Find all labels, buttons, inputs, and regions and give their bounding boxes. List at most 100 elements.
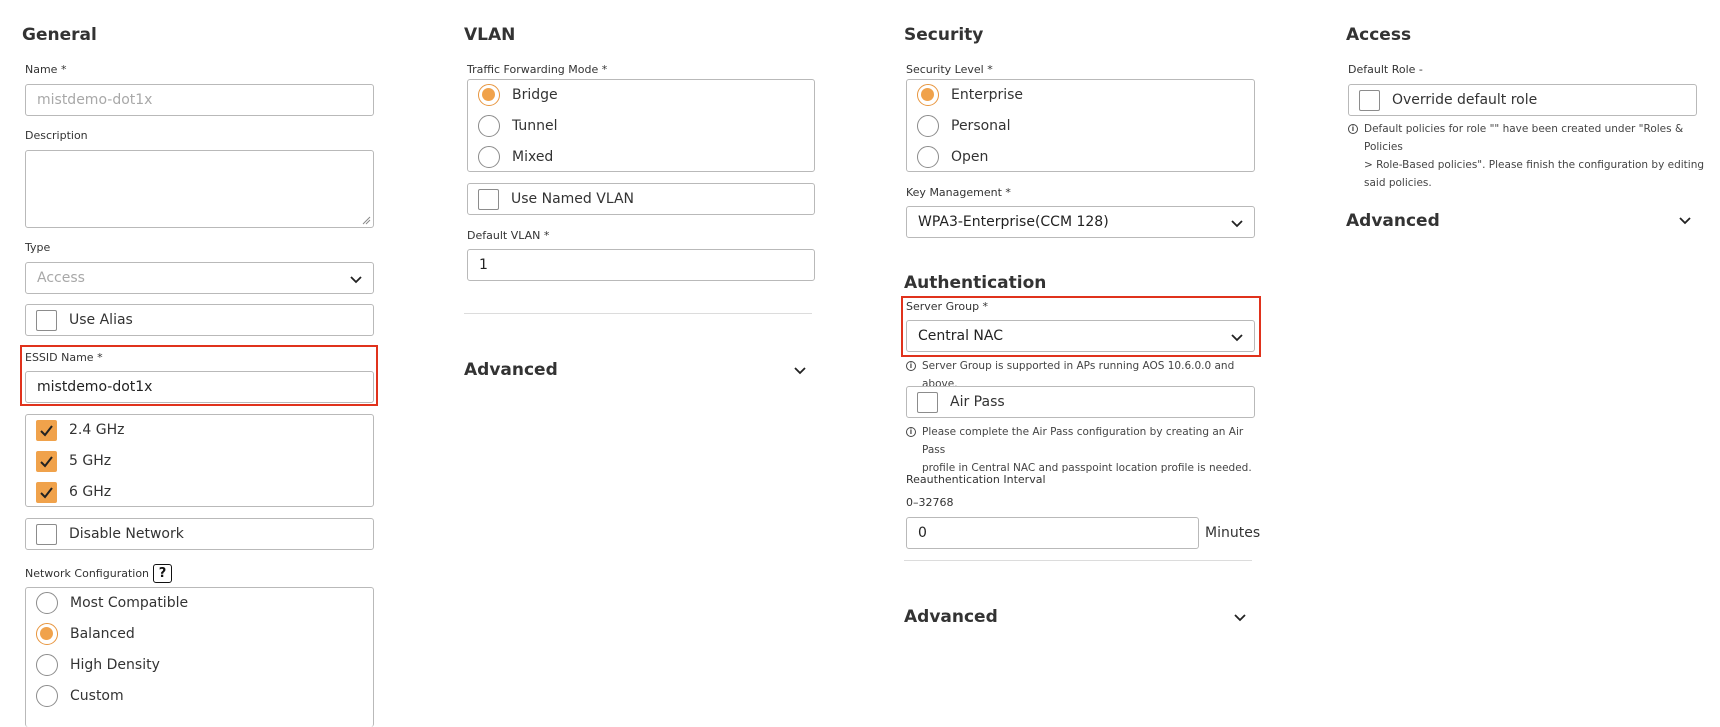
air-pass-checkbox[interactable]: [917, 391, 938, 413]
vlan-title: VLAN: [464, 25, 516, 45]
band-5-label: 5 GHz: [69, 453, 112, 469]
key-mgmt-select[interactable]: WPA3-Enterprise(CCM 128): [906, 206, 1255, 238]
info-icon: i: [906, 361, 916, 371]
key-mgmt-label: Key Management *: [906, 186, 1011, 199]
chevron-down-icon[interactable]: [1677, 212, 1693, 228]
reauth-unit: Minutes: [1205, 525, 1261, 541]
tfm-option-label: Bridge: [512, 87, 558, 103]
access-title: Access: [1346, 25, 1412, 45]
resize-handle-icon[interactable]: [362, 216, 371, 225]
security-level-option[interactable]: Enterprise: [917, 83, 1023, 107]
type-select[interactable]: Access: [25, 262, 374, 294]
security-level-group: Enterprise Personal Open: [906, 79, 1255, 172]
netconf-radio[interactable]: [36, 654, 58, 676]
band-row-6[interactable]: 6 GHz: [36, 480, 111, 504]
use-alias-row[interactable]: Use Alias: [25, 304, 374, 336]
netconf-label-row: Network Configuration ?: [25, 564, 173, 583]
check-icon: [40, 424, 53, 437]
description-textarea[interactable]: [25, 150, 374, 228]
divider: [904, 560, 1252, 561]
essid-input[interactable]: mistdemo-dot1x: [25, 371, 374, 403]
use-named-vlan-row[interactable]: Use Named VLAN: [467, 183, 815, 215]
override-role-checkbox[interactable]: [1359, 89, 1380, 111]
netconf-option[interactable]: High Density: [36, 653, 160, 677]
security-level-option-label: Personal: [951, 118, 1011, 134]
tfm-option[interactable]: Mixed: [478, 145, 553, 169]
tfm-group: Bridge Tunnel Mixed: [467, 79, 815, 172]
netconf-group: Most Compatible Balanced High Density Cu…: [25, 587, 374, 727]
check-icon: [40, 486, 53, 499]
default-vlan-input[interactable]: 1: [467, 249, 815, 281]
security-level-option[interactable]: Personal: [917, 114, 1011, 138]
reauth-label: Reauthentication Interval: [906, 473, 1046, 486]
security-level-option[interactable]: Open: [917, 145, 988, 169]
access-info-line: Default policies for role "" have been c…: [1364, 123, 1684, 153]
tfm-option-label: Tunnel: [512, 118, 558, 134]
access-advanced-toggle[interactable]: Advanced: [1346, 211, 1440, 231]
chevron-down-icon[interactable]: [792, 362, 808, 378]
air-pass-label: Air Pass: [950, 394, 1005, 410]
use-alias-label: Use Alias: [69, 312, 133, 328]
netconf-option-label: High Density: [70, 657, 160, 673]
description-label: Description: [25, 129, 88, 142]
chevron-down-icon: [1231, 334, 1243, 342]
band-2-4-checkbox[interactable]: [36, 419, 57, 441]
air-pass-row[interactable]: Air Pass: [906, 386, 1255, 418]
band-2-4-label: 2.4 GHz: [69, 422, 125, 438]
key-mgmt-value: WPA3-Enterprise(CCM 128): [918, 214, 1109, 230]
use-named-vlan-checkbox[interactable]: [478, 188, 499, 210]
band-6-label: 6 GHz: [69, 484, 112, 500]
authentication-title: Authentication: [904, 273, 1047, 293]
name-input[interactable]: mistdemo-dot1x: [25, 84, 374, 116]
band-5-checkbox[interactable]: [36, 450, 57, 472]
info-icon: i: [906, 427, 916, 437]
type-label: Type: [25, 241, 51, 254]
chevron-down-icon[interactable]: [1232, 609, 1248, 625]
default-vlan-label: Default VLAN *: [467, 229, 550, 242]
tfm-radio[interactable]: [478, 115, 500, 137]
netconf-radio[interactable]: [36, 592, 58, 614]
netconf-option-label: Balanced: [70, 626, 135, 642]
server-group-value: Central NAC: [918, 328, 1004, 344]
netconf-option[interactable]: Balanced: [36, 622, 135, 646]
name-label: Name *: [25, 63, 67, 76]
reauth-range: 0–32768: [906, 496, 954, 509]
tfm-radio[interactable]: [478, 84, 500, 106]
band-row-2-4[interactable]: 2.4 GHz: [36, 418, 124, 442]
override-role-row[interactable]: Override default role: [1348, 84, 1697, 116]
info-icon: i: [1348, 124, 1358, 134]
netconf-radio[interactable]: [36, 623, 58, 645]
tfm-option[interactable]: Bridge: [478, 83, 558, 107]
disable-network-label: Disable Network: [69, 526, 184, 542]
security-advanced-toggle[interactable]: Advanced: [904, 607, 998, 627]
use-named-vlan-label: Use Named VLAN: [511, 191, 634, 207]
access-info-line: said policies.: [1364, 177, 1432, 189]
security-level-radio[interactable]: [917, 146, 939, 168]
netconf-option[interactable]: Most Compatible: [36, 591, 188, 615]
reauth-input[interactable]: 0: [906, 517, 1199, 549]
band-row-5[interactable]: 5 GHz: [36, 449, 111, 473]
security-level-radio[interactable]: [917, 115, 939, 137]
netconf-label: Network Configuration: [25, 567, 150, 580]
vlan-advanced-toggle[interactable]: Advanced: [464, 360, 558, 380]
air-pass-info-line: Please complete the Air Pass configurati…: [922, 426, 1244, 456]
netconf-option-label: Custom: [70, 688, 124, 704]
disable-network-checkbox[interactable]: [36, 523, 57, 545]
tfm-option[interactable]: Tunnel: [478, 114, 558, 138]
tfm-radio[interactable]: [478, 146, 500, 168]
chevron-down-icon: [1231, 220, 1243, 228]
band-6-checkbox[interactable]: [36, 481, 57, 503]
security-level-radio[interactable]: [917, 84, 939, 106]
use-alias-checkbox[interactable]: [36, 309, 57, 331]
netconf-radio[interactable]: [36, 685, 58, 707]
disable-network-row[interactable]: Disable Network: [25, 518, 374, 550]
server-group-select[interactable]: Central NAC: [906, 320, 1255, 352]
netconf-option[interactable]: Custom: [36, 684, 124, 708]
essid-label: ESSID Name *: [25, 351, 103, 364]
help-icon[interactable]: ?: [153, 564, 173, 583]
security-level-label: Security Level *: [906, 63, 993, 76]
type-select-value: Access: [37, 270, 85, 286]
divider: [464, 313, 812, 314]
netconf-option-label: Most Compatible: [70, 595, 189, 611]
access-info: i Default policies for role "" have been…: [1348, 120, 1710, 192]
